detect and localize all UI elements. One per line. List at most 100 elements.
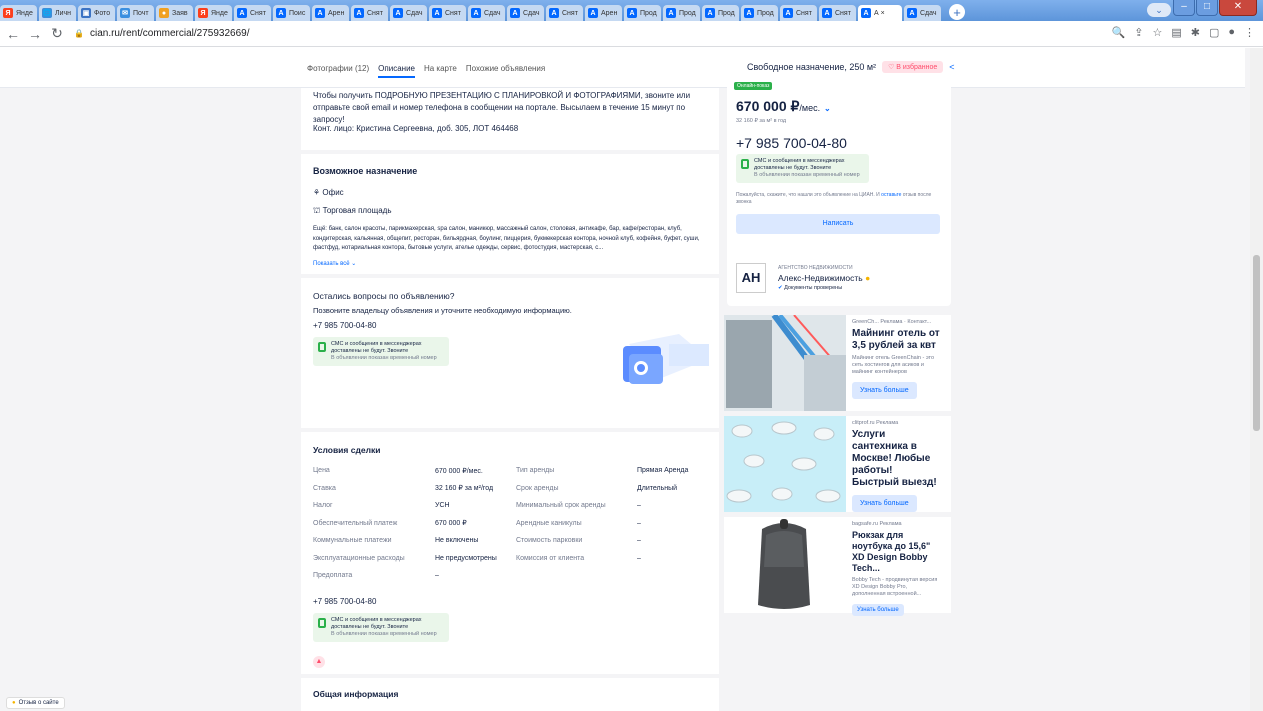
write-button[interactable]: Написать [736,214,940,234]
condition-cell: 670 000 ₽ [435,520,467,528]
link-photos[interactable]: Фотографии (12) [307,64,369,78]
browser-tab[interactable]: ✉ Почт [117,5,154,21]
browser-tab[interactable]: A Сдач [507,5,544,21]
scrollbar-thumb[interactable] [1253,255,1260,431]
favorite-button[interactable]: ♡ В избранное [882,61,944,73]
show-all-link[interactable]: Показать всё ⌄ [313,260,713,269]
address-bar: ← → ↻ 🔒 cian.ru/rent/commercial/27593266… [0,21,1263,47]
profile-dropdown[interactable]: ⌄ [1147,3,1171,17]
scrollbar[interactable] [1250,48,1263,711]
browser-tab[interactable]: 🌐 Личн [39,5,76,21]
browser-tab[interactable]: A Арен [312,5,349,21]
tab-label: Заяв [172,9,188,17]
browser-tab[interactable]: A Сдач [390,5,427,21]
browser-tab[interactable]: A Снят [351,5,388,21]
share-button[interactable]: < [949,62,954,72]
browser-tab[interactable]: ● Заяв [156,5,193,21]
chevron-down-icon[interactable]: ⌄ [824,104,831,113]
condition-cell: УСН [435,502,450,510]
browser-tab[interactable]: A Снят [780,5,817,21]
browser-tab[interactable]: A Поис [273,5,310,21]
conditions-phone[interactable]: +7 985 700-04-80 [313,596,713,608]
browser-tab[interactable]: A Прод [663,5,700,21]
lock-icon: 🔒 [74,29,84,38]
condition-cell: – [637,554,641,562]
tab-label: А × [874,9,885,17]
sidepanel-icon[interactable]: ▢ [1209,26,1219,39]
main-column: Чтобы получить ПОДРОБНУЮ ПРЕЗЕНТАЦИЮ С П… [301,88,719,711]
tab-favicon-icon: A [783,8,793,18]
browser-tab[interactable]: A Снят [429,5,466,21]
profile-icon[interactable]: ● [1228,26,1235,39]
section-links: Фотографии (12) Описание На карте Похожи… [307,64,545,78]
link-description[interactable]: Описание [378,64,415,78]
browser-tab[interactable]: A Прод [624,5,661,21]
tab-label: Янде [211,9,228,17]
tab-label: Прод [640,9,657,17]
phone-number[interactable]: +7 985 700-04-80 [736,135,847,151]
reload-icon[interactable]: ↻ [48,25,66,42]
minimize-button[interactable]: – [1173,0,1195,16]
ad-plumbing[interactable]: clitprof.ru Реклама Услуги сантехника в … [724,416,951,512]
browser-tab[interactable]: Я Янде [0,5,37,21]
browser-tab[interactable]: ▣ Фото [78,5,115,21]
report-icon[interactable]: ▲ [313,656,325,668]
tab-favicon-icon: A [627,8,637,18]
browser-tab[interactable]: A Снят [819,5,856,21]
browser-tab[interactable]: A Снят [234,5,271,21]
tab-favicon-icon: A [705,8,715,18]
learn-more-button[interactable]: Узнать больше [852,495,917,512]
bookmark-star-icon[interactable]: ☆ [1152,26,1162,39]
browser-tab[interactable]: A Прод [741,5,778,21]
learn-more-button[interactable]: Узнать больше [852,382,917,399]
divider [301,274,719,278]
zoom-icon[interactable]: 🔍 [1112,26,1126,39]
condition-row: Налог УСН Минимальный срок аренды – [313,497,713,515]
extension-icon[interactable]: ▤ [1171,26,1181,39]
menu-icon[interactable]: ⋮ [1244,26,1255,39]
sms-notice: СМС и сообщения в мессенджерах доставлены… [313,337,449,366]
shop-icon: ⛫ [313,206,323,215]
ad-backpack[interactable]: bagsafe.ru Реклама Рюкзак для ноутбука д… [724,517,951,616]
browser-tab[interactable]: Я Янде [195,5,232,21]
online-badge: Онлайн-показ [734,82,773,90]
tab-label: Арен [601,9,618,17]
url-field[interactable]: 🔒 cian.ru/rent/commercial/275932669/ [74,28,250,39]
agency-name[interactable]: Алекс-Недвижимость ● [778,273,870,283]
link-map[interactable]: На карте [424,64,457,78]
tab-label: Снят [250,9,266,17]
browser-tab[interactable]: A Сдач [904,5,941,21]
conditions-table: Цена 670 000 ₽/мес. Тип аренды Прямая Аренд… [313,462,713,585]
condition-row: Обеспечительный платеж 670 000 ₽ Арендные … [313,515,713,533]
condition-cell: 32 160 ₽ за м²/год [435,485,494,493]
tab-label: Снят [562,9,578,17]
sinks-image [724,416,846,512]
new-tab-button[interactable]: + [949,4,965,20]
share-icon[interactable]: ⇪ [1134,26,1143,39]
condition-cell: Цена [313,467,330,475]
tab-favicon-icon: A [354,8,364,18]
back-icon[interactable]: ← [4,26,22,42]
browser-tab[interactable]: A Снят [546,5,583,21]
browser-tab[interactable]: A Прод [702,5,739,21]
tab-label: Фото [94,9,111,17]
forward-icon[interactable]: → [26,26,44,42]
extensions-puzzle-icon[interactable]: ✱ [1191,26,1200,39]
tab-favicon-icon: A [510,8,520,18]
maximize-button[interactable]: □ [1196,0,1218,16]
browser-tab[interactable]: AА × [858,5,902,21]
condition-cell: Налог [313,502,333,510]
tab-favicon-icon: A [822,8,832,18]
link-similar[interactable]: Похожие объявления [466,64,545,78]
condition-cell: Не включены [435,537,479,545]
tab-label: Сдач [406,9,423,17]
feedback-button[interactable]: ● Отзыв о сайте [6,697,65,709]
ad-mining[interactable]: GreenCh... Реклама · Контакт... Майнинг … [724,315,951,411]
condition-cell: Обеспечительный платеж [313,519,398,527]
close-button[interactable]: ✕ [1219,0,1257,16]
browser-tab[interactable]: A Арен [585,5,622,21]
tab-favicon-icon: A [861,8,871,18]
tab-label: Сдач [523,9,540,17]
browser-tab[interactable]: A Сдач [468,5,505,21]
learn-more-button[interactable]: Узнать больше [852,604,904,616]
